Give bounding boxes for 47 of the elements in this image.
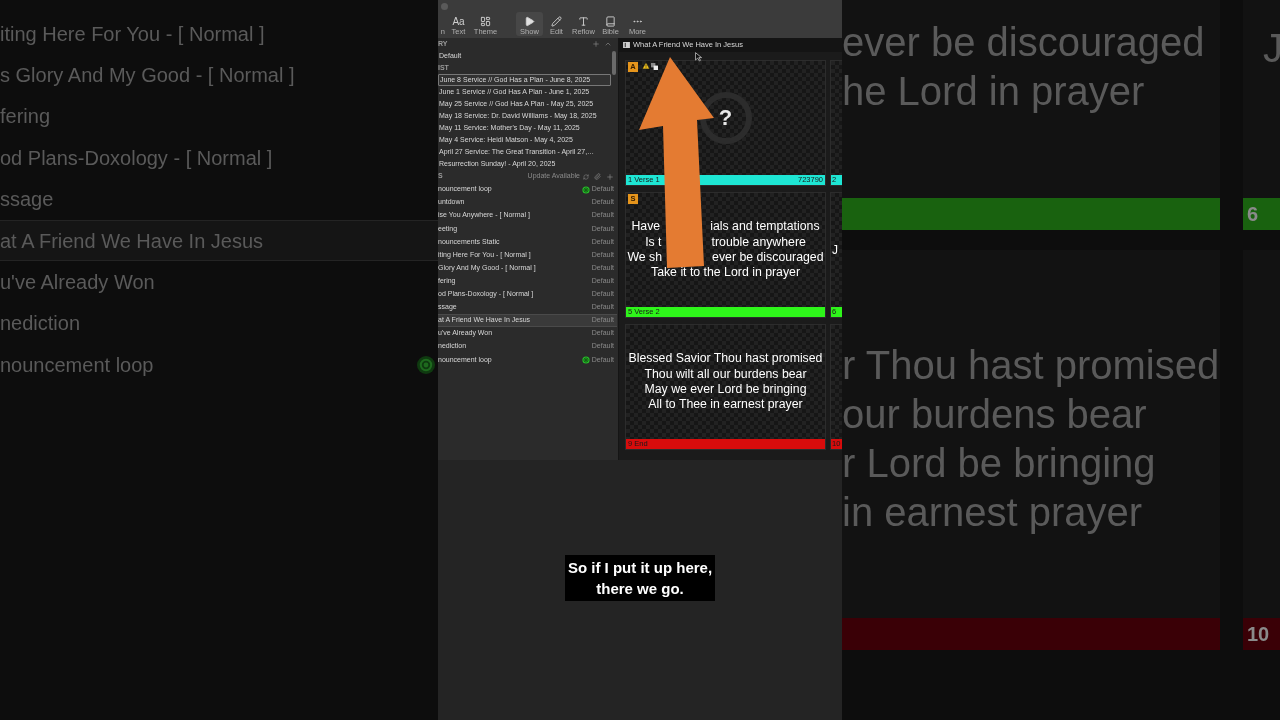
type-icon [578, 16, 589, 27]
backdrop-list-title: ssage [0, 187, 54, 213]
lyric-line: May we ever Lord be bringing [644, 382, 807, 398]
backdrop-slide-number: 6 [1247, 202, 1259, 227]
lyric-line: Blessed Savior Thou hast promised [628, 351, 823, 367]
lyric-line: ever be discouraged [712, 250, 824, 266]
backdrop-list-title: od Plans-Doxology - [ Normal ] [0, 145, 273, 171]
backdrop-list-title: nediction [0, 311, 81, 337]
lyric-line: Take it to the Lord in prayer [651, 265, 800, 281]
backdrop-lyric-line: he Lord in prayer [842, 68, 1146, 115]
backdrop-lyric-line: J [1263, 26, 1280, 70]
add-icon[interactable] [606, 172, 614, 181]
backdrop-list-title: u've Already Won [0, 270, 155, 296]
backdrop-lyric-line: r Lord be bringing [842, 440, 1157, 487]
layers-icon [651, 62, 658, 70]
refresh-icon[interactable] [583, 173, 589, 180]
window-control-icon [441, 2, 448, 10]
backdrop-lyric-line: in earnest prayer [842, 489, 1144, 536]
backdrop-slide-number: 10 [1247, 622, 1270, 647]
lyric-line: ials and temptations [710, 219, 820, 235]
collapse-icon[interactable] [604, 40, 612, 48]
add-icon[interactable] [592, 40, 600, 48]
video-caption: So if I put it up here, there we go. [564, 555, 716, 601]
question-mark: ? [718, 107, 733, 129]
lyric-line: Have [631, 219, 661, 235]
lyric-line: We sh [627, 250, 663, 266]
backdrop-list-title: iting Here For You - [ Normal ] [0, 21, 265, 47]
lyric-line: Is t [645, 234, 662, 250]
backdrop-list-title: fering [0, 104, 51, 130]
lyric-line: All to Thee in earnest prayer [648, 397, 803, 413]
lyric-line: Thou wilt all our burdens bear [644, 366, 807, 382]
text-glyph-icon: Aa [452, 16, 465, 27]
layout-icon [480, 16, 491, 27]
lyric-line: trouble anywhere [711, 234, 806, 250]
scrollbar-thumb[interactable] [612, 51, 616, 75]
paperclip-icon[interactable] [594, 173, 601, 180]
backdrop-list-title: at A Friend We Have In Jesus [0, 228, 264, 254]
book-icon [605, 16, 616, 27]
backdrop-list-title: nouncement loop [0, 352, 154, 378]
backdrop-lyric-line: ever be discouraged [842, 19, 1206, 66]
lyric-line: J [831, 242, 838, 259]
document-icon [623, 42, 630, 48]
backdrop-list-title: s Glory And My Good - [ Normal ] [0, 63, 295, 89]
pencil-icon [551, 16, 562, 27]
backdrop-lyric-line: r Thou hast promised [842, 342, 1220, 389]
play-icon [524, 16, 535, 27]
backdrop-lyric-line: our burdens bear [842, 391, 1148, 438]
